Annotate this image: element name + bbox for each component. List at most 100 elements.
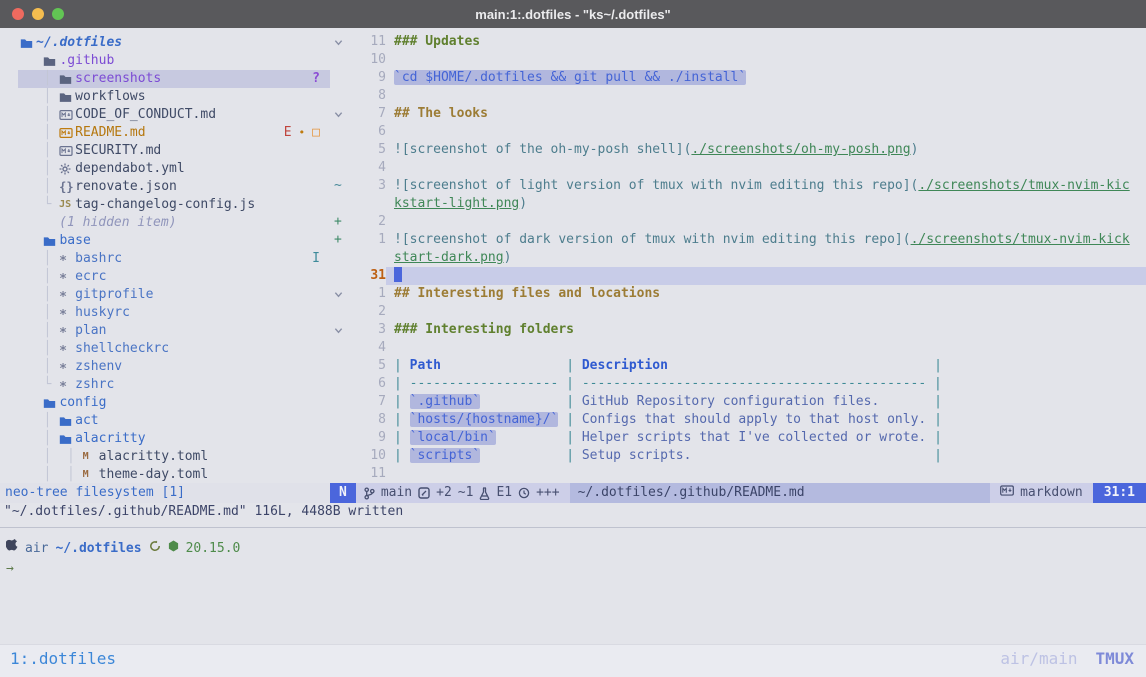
tree-item-tag-changelog-config-js[interactable]: └ JStag-changelog-config.js bbox=[0, 196, 330, 214]
line-number: 11 bbox=[346, 33, 386, 51]
gear-icon bbox=[59, 163, 75, 175]
sign-column bbox=[330, 195, 346, 213]
tree-item-readme-md[interactable]: │ README.mdE•□ bbox=[0, 124, 330, 142]
sign-column bbox=[330, 303, 346, 321]
status-mark: • bbox=[299, 124, 306, 142]
tree-indent-guide: │ bbox=[20, 268, 59, 286]
tree-item--1-hidden-item-[interactable]: (1 hidden item) bbox=[0, 214, 330, 232]
tree-item-renovate-json[interactable]: │ {}renovate.json bbox=[0, 178, 330, 196]
tree-indent-guide bbox=[20, 394, 43, 412]
line-number: 8 bbox=[346, 87, 386, 105]
tree-item--github[interactable]: .github bbox=[0, 52, 330, 70]
tree-item-bashrc[interactable]: │ ∗bashrcI bbox=[0, 250, 330, 268]
fold-open-icon bbox=[330, 105, 346, 123]
tree-item-label: huskyrc bbox=[75, 304, 130, 322]
line-text: | ------------------- | ----------------… bbox=[386, 375, 1146, 393]
folder-icon bbox=[59, 415, 75, 427]
editor-line[interactable]: 1## Interesting files and locations bbox=[330, 285, 1146, 303]
editor-line[interactable]: +2 bbox=[330, 213, 1146, 231]
asterisk-icon: ∗ bbox=[59, 304, 75, 322]
tree-item-code-of-conduct-md[interactable]: │ CODE_OF_CONDUCT.md bbox=[0, 106, 330, 124]
editor-line[interactable]: 8| `hosts/{hostname}/` | Configs that sh… bbox=[330, 411, 1146, 429]
editor-line[interactable]: 8 bbox=[330, 87, 1146, 105]
shell-pane[interactable]: air ~/.dotfiles 20.15.0 → bbox=[0, 528, 1146, 644]
editor-line[interactable]: 9| `local/bin` | Helper scripts that I'v… bbox=[330, 429, 1146, 447]
tree-item-huskyrc[interactable]: │ ∗huskyrc bbox=[0, 304, 330, 322]
minimize-button[interactable] bbox=[32, 8, 44, 20]
editor-line[interactable]: 6 bbox=[330, 123, 1146, 141]
tree-item-shellcheckrc[interactable]: │ ∗shellcheckrc bbox=[0, 340, 330, 358]
tree-item-act[interactable]: │ act bbox=[0, 412, 330, 430]
zoom-button[interactable] bbox=[52, 8, 64, 20]
status-mark: E bbox=[284, 124, 292, 142]
editor-line[interactable]: 31 bbox=[330, 267, 1146, 285]
editor-line[interactable]: 9`cd $HOME/.dotfiles && git pull && ./in… bbox=[330, 69, 1146, 87]
sign-column bbox=[330, 87, 346, 105]
tree-item-ecrc[interactable]: │ ∗ecrc bbox=[0, 268, 330, 286]
editor-line[interactable]: 4 bbox=[330, 339, 1146, 357]
line-text: ## The looks bbox=[386, 105, 1146, 123]
tree-item-config[interactable]: config bbox=[0, 394, 330, 412]
tree-indent-guide: │ bbox=[20, 358, 59, 376]
tmux-window-tab[interactable]: 1:.dotfiles bbox=[10, 649, 116, 668]
tree-item-zshrc[interactable]: └ ∗zshrc bbox=[0, 376, 330, 394]
terminal-content: ~/.dotfiles .github │ screenshots? │ wor… bbox=[0, 28, 1146, 644]
tree-item-label: base bbox=[59, 232, 90, 250]
line-number: 8 bbox=[346, 411, 386, 429]
editor-line[interactable]: 7## The looks bbox=[330, 105, 1146, 123]
line-number: 2 bbox=[346, 303, 386, 321]
editor-line[interactable]: kstart-light.png) bbox=[330, 195, 1146, 213]
close-button[interactable] bbox=[12, 8, 24, 20]
editor-line[interactable]: 4 bbox=[330, 159, 1146, 177]
editor-line[interactable]: 6| ------------------- | ---------------… bbox=[330, 375, 1146, 393]
prompt-path: ~/.dotfiles bbox=[55, 540, 141, 558]
editor-line[interactable]: +1![screenshot of dark version of tmux w… bbox=[330, 231, 1146, 249]
tree-item--dotfiles[interactable]: ~/.dotfiles bbox=[0, 34, 330, 52]
editor-line[interactable]: start-dark.png) bbox=[330, 249, 1146, 267]
tree-item-workflows[interactable]: │ workflows bbox=[0, 88, 330, 106]
tree-item-zshenv[interactable]: │ ∗zshenv bbox=[0, 358, 330, 376]
editor-line[interactable]: 10 bbox=[330, 51, 1146, 69]
gitsign-added: + bbox=[330, 213, 346, 231]
fold-open-icon bbox=[330, 285, 346, 303]
tree-item-gitprofile[interactable]: │ ∗gitprofile bbox=[0, 286, 330, 304]
tree-item-plan[interactable]: │ ∗plan bbox=[0, 322, 330, 340]
tree-item-dependabot-yml[interactable]: │ dependabot.yml bbox=[0, 160, 330, 178]
editor-line[interactable]: 7| `.github` | GitHub Repository configu… bbox=[330, 393, 1146, 411]
tree-item-label: plan bbox=[75, 322, 106, 340]
fold-open-icon bbox=[330, 321, 346, 339]
tree-item-label: .github bbox=[59, 52, 114, 70]
git-status-section: main +2 ~1 E1 +++ bbox=[356, 483, 570, 503]
tree-item-base[interactable]: base bbox=[0, 232, 330, 250]
editor-line[interactable]: 11### Updates bbox=[330, 33, 1146, 51]
editor-buffer[interactable]: 11### Updates109`cd $HOME/.dotfiles && g… bbox=[330, 28, 1146, 483]
folder-icon bbox=[43, 397, 59, 409]
editor-line[interactable]: ~3![screenshot of light version of tmux … bbox=[330, 177, 1146, 195]
line-text: | `hosts/{hostname}/` | Configs that sho… bbox=[386, 411, 1146, 429]
editor-line[interactable]: 2 bbox=[330, 303, 1146, 321]
tree-item-alacritty[interactable]: │ alacritty bbox=[0, 430, 330, 448]
js-icon: JS bbox=[59, 196, 75, 214]
tree-item-label: dependabot.yml bbox=[75, 160, 185, 178]
prompt-input-line[interactable]: → bbox=[6, 560, 1146, 578]
tree-item-screenshots[interactable]: │ screenshots? bbox=[0, 70, 330, 88]
editor-line[interactable]: 3### Interesting folders bbox=[330, 321, 1146, 339]
editor-line[interactable]: 5![screenshot of the oh-my-posh shell](.… bbox=[330, 141, 1146, 159]
markdown-file-icon bbox=[59, 128, 75, 138]
titlebar: main:1:.dotfiles - "ks~/.dotfiles" bbox=[0, 0, 1146, 28]
line-text: kstart-light.png) bbox=[386, 195, 1146, 213]
prompt-host: air bbox=[25, 540, 48, 558]
tree-indent-guide: │ bbox=[20, 88, 59, 106]
tree-item-security-md[interactable]: │ SECURITY.md bbox=[0, 142, 330, 160]
tree-item-theme-day-toml[interactable]: │ │ Mtheme-day.toml bbox=[0, 466, 330, 483]
editor-line[interactable]: 5| Path | Description | bbox=[330, 357, 1146, 375]
tree-indent-guide: │ bbox=[20, 412, 59, 430]
line-number: 5 bbox=[346, 357, 386, 375]
tree-item-label: SECURITY.md bbox=[75, 142, 161, 160]
tree-item-label: renovate.json bbox=[75, 178, 177, 196]
editor-line[interactable]: 11 bbox=[330, 465, 1146, 483]
sign-column bbox=[330, 375, 346, 393]
tmux-mode-label: TMUX bbox=[1095, 649, 1134, 668]
editor-line[interactable]: 10| `scripts` | Setup scripts. | bbox=[330, 447, 1146, 465]
tree-item-alacritty-toml[interactable]: │ │ Malacritty.toml bbox=[0, 448, 330, 466]
